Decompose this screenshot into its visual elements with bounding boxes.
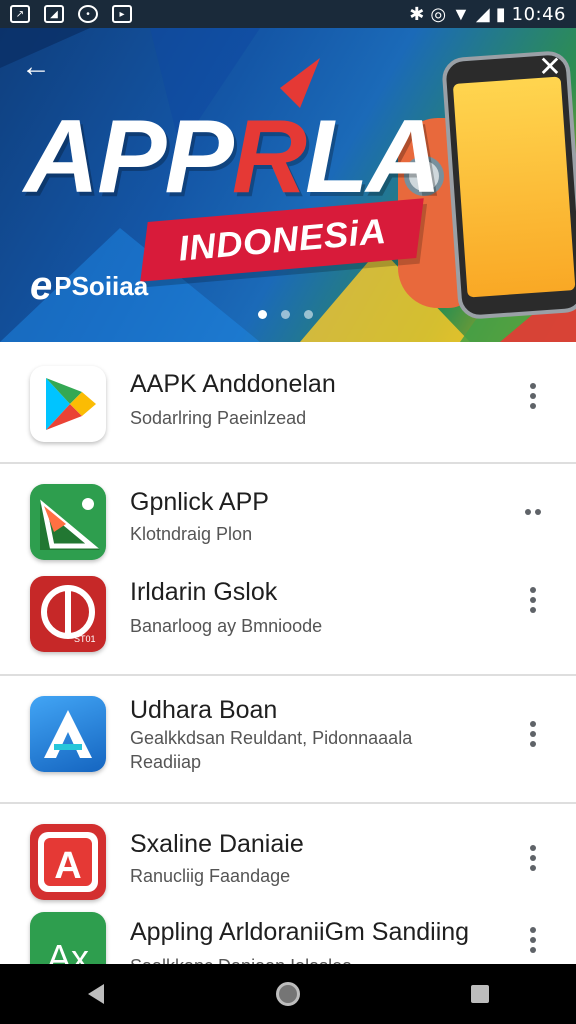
- navigation-bar: [0, 964, 576, 1024]
- green-triangle-icon: [30, 484, 106, 560]
- page-indicator: [258, 310, 313, 319]
- promo-banner[interactable]: ← ✕ APPRLA INDONESiA e PSoiiaa: [0, 28, 576, 342]
- app-list: AAPK Anddonelan Sodarlring Paeinlzead Gp…: [0, 342, 576, 1022]
- more-options-button[interactable]: [518, 376, 548, 416]
- app-subtitle: Klotndraig Plon: [130, 524, 253, 544]
- nav-back-button[interactable]: [72, 970, 120, 1018]
- chart-icon: ↗: [10, 5, 30, 23]
- banner-title: APPRLA: [24, 99, 442, 215]
- list-item[interactable]: AAPK Anddonelan Sodarlring Paeinlzead: [0, 342, 576, 462]
- red-db-icon: ST01: [30, 576, 106, 652]
- recents-square-icon: [471, 985, 489, 1003]
- message-icon: ▸: [112, 5, 132, 23]
- page-dot-3[interactable]: [304, 310, 313, 319]
- app-name: Irldarin Gslok: [130, 578, 278, 606]
- app-name: Appling ArldoraniiGm Sandiing: [130, 918, 470, 946]
- signal-icon: ◢: [475, 3, 490, 24]
- notification-icons: ↗ ◢ • ▸: [10, 5, 132, 23]
- battery-icon: ▮: [495, 3, 506, 24]
- svg-text:A: A: [54, 845, 81, 887]
- more-options-button[interactable]: [518, 920, 548, 960]
- app-name: AAPK Anddonelan: [130, 370, 336, 398]
- app-name: Gpnlick APP: [130, 488, 269, 516]
- app-subtitle-line2: Readiiap: [130, 752, 202, 772]
- list-item[interactable]: A Sxaline Daniaie Ranucliig Faandage: [0, 804, 576, 904]
- app-subtitle: Ranucliig Faandage: [130, 866, 291, 886]
- page-dot-2[interactable]: [281, 310, 290, 319]
- wifi-icon: ▼: [452, 3, 470, 24]
- nav-home-button[interactable]: [264, 970, 312, 1018]
- blue-a-icon: [30, 696, 106, 772]
- banner-logo: e PSoiiaa: [30, 264, 149, 308]
- phone-illustration: [441, 49, 576, 321]
- nav-recents-button[interactable]: [456, 970, 504, 1018]
- list-item[interactable]: ST01 Irldarin Gslok Banarloog ay Bmniood…: [0, 556, 576, 674]
- app-name: Udhara Boan: [130, 696, 278, 724]
- more-options-button[interactable]: [518, 580, 548, 620]
- more-options-button[interactable]: [518, 714, 548, 754]
- svg-text:ST01: ST01: [74, 634, 96, 644]
- circle-icon: •: [78, 5, 98, 23]
- status-time: 10:46: [511, 3, 566, 25]
- list-item[interactable]: Gpnlick APP Klotndraig Plon: [0, 464, 576, 560]
- more-options-button[interactable]: [518, 838, 548, 878]
- list-item[interactable]: Udhara Boan Gealkkdsan Reuldant, Pidonna…: [0, 676, 576, 802]
- close-button[interactable]: ✕: [532, 50, 568, 86]
- back-button[interactable]: ←: [18, 50, 54, 86]
- system-icons: ✱ ◎ ▼ ◢ ▮ 10:46: [409, 4, 566, 25]
- back-triangle-icon: [88, 984, 104, 1004]
- red-a-icon: A: [30, 824, 106, 900]
- play-store-icon: [30, 366, 106, 442]
- page-dot-1[interactable]: [258, 310, 267, 319]
- home-circle-icon: [276, 982, 300, 1006]
- app-subtitle: Gealkkdsan Reuldant, Pidonnaaala: [130, 728, 413, 748]
- app-name: Sxaline Daniaie: [130, 830, 304, 858]
- app-subtitle: Sodarlring Paeinlzead: [130, 408, 307, 428]
- app-subtitle: Banarloog ay Bmnioode: [130, 616, 323, 636]
- vibrate-icon: ◎: [430, 3, 447, 24]
- bluetooth-icon: ✱: [409, 3, 425, 24]
- status-bar: ↗ ◢ • ▸ ✱ ◎ ▼ ◢ ▮ 10:46: [0, 0, 576, 28]
- more-options-button[interactable]: [518, 492, 548, 532]
- image-icon: ◢: [44, 5, 64, 23]
